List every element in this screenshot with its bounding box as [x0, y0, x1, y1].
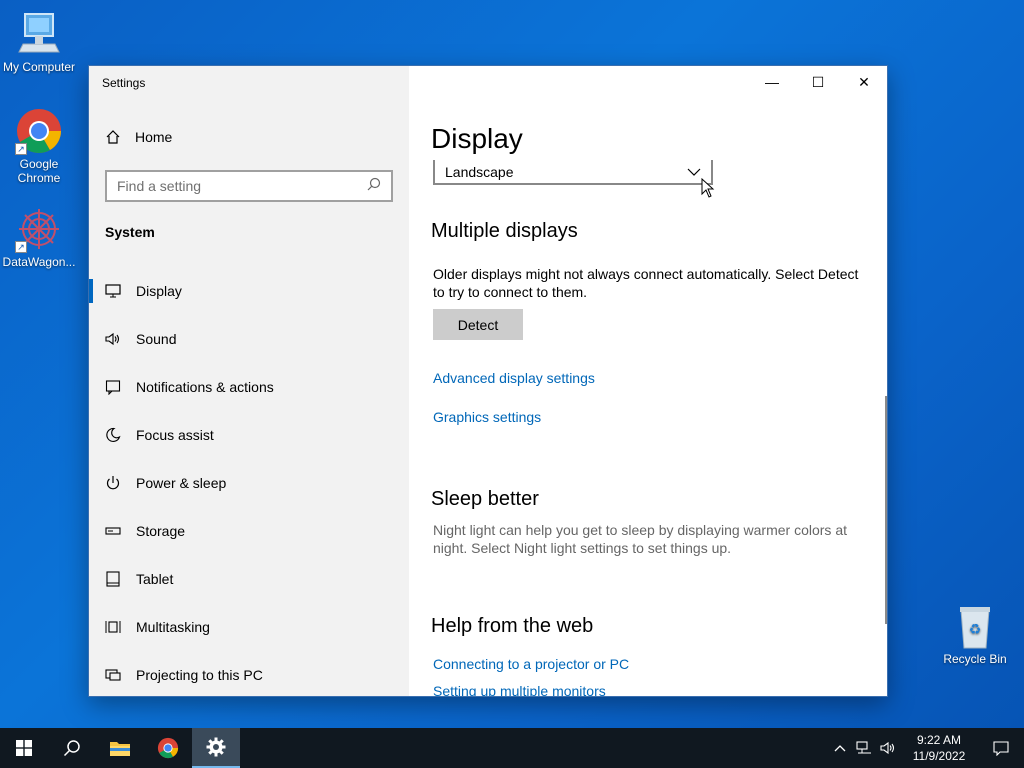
desktop-icon-label: DataWagon... [2, 255, 76, 269]
start-button[interactable] [0, 728, 48, 768]
settings-taskbar-button[interactable] [192, 728, 240, 768]
storage-icon [105, 523, 121, 539]
detect-button[interactable]: Detect [433, 309, 523, 340]
sidebar-item-label: Tablet [136, 571, 174, 587]
search-icon [63, 740, 80, 757]
file-explorer-button[interactable] [96, 728, 144, 768]
window-title: Settings [102, 76, 146, 90]
page-title: Display [431, 123, 523, 154]
orientation-value: Landscape [445, 163, 514, 180]
chevron-up-icon[interactable] [828, 744, 852, 752]
help-link-projector[interactable]: Connecting to a projector or PC [433, 656, 629, 672]
sidebar-item-focus-assist[interactable]: Focus assist [89, 411, 409, 459]
tablet-icon [105, 571, 121, 587]
desktop-icon-google-chrome[interactable]: ↗ Google Chrome [0, 107, 79, 185]
sidebar-item-label: Focus assist [136, 427, 214, 443]
sidebar-nav: Display Sound Notifications & actions Fo… [89, 267, 409, 696]
chrome-taskbar-button[interactable] [144, 728, 192, 768]
gear-icon [206, 737, 226, 757]
datawagon-icon: ↗ [15, 205, 63, 253]
desktop-icon-recycle-bin[interactable]: ♻ Recycle Bin [935, 602, 1015, 666]
sidebar-item-power-sleep[interactable]: Power & sleep [89, 459, 409, 507]
shortcut-arrow-icon: ↗ [15, 241, 27, 253]
sidebar-item-projecting[interactable]: Projecting to this PC [89, 651, 409, 696]
desktop-icon-label: Google Chrome [17, 157, 61, 185]
folder-icon [110, 742, 130, 756]
speaker-icon [105, 331, 121, 347]
notification-icon [105, 379, 121, 395]
sidebar-item-multitasking[interactable]: Multitasking [89, 603, 409, 651]
chrome-icon [157, 737, 179, 759]
multitasking-icon [105, 619, 121, 635]
sidebar-item-label: Multitasking [136, 619, 210, 635]
scrollbar[interactable] [885, 396, 887, 624]
clock[interactable]: 9:22 AM 11/9/2022 [900, 732, 978, 764]
help-heading: Help from the web [431, 615, 594, 637]
sleep-better-description: Night light can help you get to sleep by… [433, 522, 847, 556]
graphics-settings-link[interactable]: Graphics settings [433, 409, 541, 425]
sidebar-item-label: Notifications & actions [136, 379, 274, 395]
sidebar-item-label: Projecting to this PC [136, 667, 263, 683]
sidebar-item-label: Storage [136, 523, 186, 539]
home-icon [105, 129, 121, 145]
system-tray: 9:22 AM 11/9/2022 [828, 728, 1024, 768]
advanced-display-settings-link[interactable]: Advanced display settings [433, 370, 595, 386]
sleep-better-heading: Sleep better [431, 488, 539, 510]
multiple-displays-description: Older displays might not always connect … [433, 266, 859, 300]
sidebar-home[interactable]: Home [105, 129, 172, 145]
sidebar-item-label: Sound [136, 331, 177, 347]
sidebar-item-label: Power & sleep [136, 475, 227, 491]
settings-window: Settings Home System Display [88, 65, 888, 697]
taskbar-search-button[interactable] [48, 728, 96, 768]
help-link-multiple-monitors[interactable]: Setting up multiple monitors [433, 683, 606, 696]
windows-logo-icon [16, 740, 32, 756]
search-icon[interactable] [367, 177, 381, 196]
sidebar-item-label: Display [136, 283, 182, 299]
chrome-icon: ↗ [15, 107, 63, 155]
svg-text:♻: ♻ [969, 622, 982, 638]
sidebar-item-sound[interactable]: Sound [89, 315, 409, 363]
action-center-icon[interactable] [978, 740, 1024, 756]
chevron-down-icon [687, 164, 701, 180]
mouse-cursor-icon [701, 177, 715, 203]
sidebar-item-display[interactable]: Display [89, 267, 409, 315]
sidebar-item-notifications[interactable]: Notifications & actions [89, 363, 409, 411]
desktop-icon-my-computer[interactable]: My Computer [0, 10, 79, 74]
shortcut-arrow-icon: ↗ [15, 143, 27, 155]
network-icon[interactable] [852, 741, 876, 755]
computer-icon [15, 10, 63, 58]
moon-icon [105, 427, 121, 443]
search-input[interactable] [117, 178, 367, 194]
orientation-dropdown[interactable]: Landscape [433, 160, 713, 185]
sidebar-item-tablet[interactable]: Tablet [89, 555, 409, 603]
section-label-system: System [105, 224, 155, 240]
projector-icon [105, 667, 121, 683]
volume-icon[interactable] [876, 741, 900, 755]
sidebar-item-storage[interactable]: Storage [89, 507, 409, 555]
power-icon [105, 475, 121, 491]
desktop-icon-label: Recycle Bin [943, 652, 1007, 666]
desktop-icon-label: My Computer [2, 60, 76, 74]
monitor-icon [105, 283, 121, 299]
home-label: Home [135, 129, 173, 145]
recycle-bin-icon: ♻ [951, 602, 999, 650]
search-box[interactable] [105, 170, 393, 202]
clock-time: 9:22 AM [916, 733, 962, 747]
content-pane: Display Landscape Multiple displays Olde… [409, 66, 887, 696]
sidebar: Settings Home System Display [89, 66, 409, 696]
taskbar: 9:22 AM 11/9/2022 [0, 728, 1024, 768]
desktop-icon-datawagon[interactable]: ↗ DataWagon... [0, 205, 79, 269]
multiple-displays-heading: Multiple displays [431, 220, 578, 242]
clock-date: 11/9/2022 [912, 749, 966, 763]
